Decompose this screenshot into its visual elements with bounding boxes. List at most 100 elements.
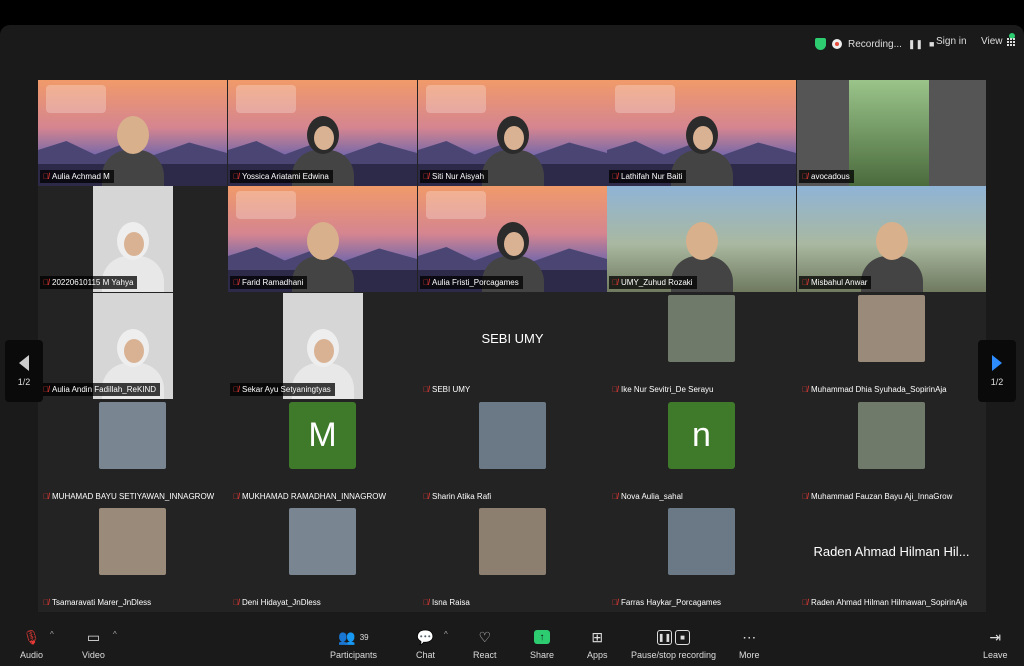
name-tag: 🎙̸ Muhammad Dhia Syuhada_SopirinAja <box>799 383 951 396</box>
display-name-large: SEBI UMY <box>481 331 544 346</box>
leave-icon: ⇥ <box>989 628 1002 645</box>
participant-tile[interactable]: 🎙̸ Farras Haykar_Porcagames <box>607 506 796 612</box>
apps-button[interactable]: ⊞ Apps <box>587 628 608 661</box>
participant-name: Raden Ahmad Hilman Hilmawan_SopirinAja <box>811 598 968 607</box>
participant-tile[interactable]: 🎙̸ Aulia Fristi_Porcagames <box>418 186 607 292</box>
recording-indicator: Recording... ❚❚ ■ <box>815 35 934 53</box>
participant-name: Isna Raisa <box>432 598 470 607</box>
avatar <box>858 402 925 469</box>
participants-button[interactable]: 👥 39 Participants <box>330 628 377 661</box>
participant-tile[interactable]: n 🎙̸ Nova Aulia_sahal <box>607 400 796 506</box>
mic-muted-icon: 🎙̸ <box>423 385 429 394</box>
name-tag: 🎙̸ avocadous <box>799 170 854 183</box>
participant-name: Yossica Ariatami Edwina <box>242 172 329 181</box>
participant-tile[interactable]: 🎙̸ Sekar Ayu Setyaningtyas <box>228 293 417 399</box>
participant-name: Lathifah Nur Baiti <box>621 172 683 181</box>
pause-icon[interactable]: ❚❚ <box>908 39 923 50</box>
react-button[interactable]: ♡ React <box>473 628 497 661</box>
next-page-button[interactable]: 1/2 <box>978 340 1016 402</box>
grid-view-icon <box>1007 37 1016 46</box>
participant-name: Sharin Atika Rafi <box>432 492 492 501</box>
name-tag: 🎙̸ SEBI UMY <box>420 383 474 396</box>
participant-tile[interactable]: M 🎙̸ MUKHAMAD RAMADHAN_INNAGROW <box>228 400 417 506</box>
leave-label: Leave <box>983 650 1008 660</box>
audio-button[interactable]: 🎙 Audio <box>20 628 43 661</box>
avatar <box>479 402 546 469</box>
participant-name: Farras Haykar_Porcagames <box>621 598 722 607</box>
apps-label: Apps <box>587 650 608 660</box>
mic-muted-icon: 🎙̸ <box>612 278 618 287</box>
mic-muted-icon: 🎙̸ <box>802 278 808 287</box>
name-tag: 🎙̸ Yossica Ariatami Edwina <box>230 170 333 183</box>
participant-tile[interactable]: 🎙̸ Muhammad Fauzan Bayu Aji_InnaGrow <box>797 400 986 506</box>
share-button[interactable]: ↑ Share <box>530 628 554 660</box>
chevron-right-icon <box>992 355 1002 371</box>
avatar <box>289 508 356 575</box>
meeting-window: Recording... ❚❚ ■ Sign in View 🎙̸ Aulia A… <box>0 25 1024 666</box>
page-indicator-right: 1/2 <box>990 377 1004 387</box>
participant-name: Aulia Achmad M <box>52 172 110 181</box>
participant-video <box>849 80 929 186</box>
participant-name: 20220610115 M Yahya <box>52 278 134 287</box>
participant-tile[interactable]: 🎙̸ 20220610115 M Yahya <box>38 186 227 292</box>
more-label: More <box>739 650 760 660</box>
name-tag: 🎙̸ Aulia Fristi_Porcagames <box>420 276 523 289</box>
video-camera-icon: ▭ <box>86 628 101 645</box>
chat-label: Chat <box>416 650 436 660</box>
participant-tile[interactable]: 🎙̸ Farid Ramadhani <box>228 186 417 292</box>
mic-muted-icon: 🎙̸ <box>233 278 239 287</box>
more-button[interactable]: ⋯ More <box>739 628 760 661</box>
participant-tile[interactable]: 🎙̸ Tsamaravati Marer_JnDless <box>38 506 227 612</box>
name-tag: 🎙̸ Tsamaravati Marer_JnDless <box>40 596 155 609</box>
view-button[interactable]: View <box>981 36 1016 47</box>
participant-tile[interactable]: 🎙̸ MUHAMAD BAYU SETIYAWAN_INNAGROW <box>38 400 227 506</box>
participant-tile[interactable]: 🎙̸ Muhammad Dhia Syuhada_SopirinAja <box>797 293 986 399</box>
participant-tile[interactable]: 🎙̸ Siti Nur Aisyah <box>418 80 607 186</box>
participant-name: Farid Ramadhani <box>242 278 304 287</box>
participant-tile[interactable]: 🎙̸ Aulia Andin Fadillah_ReKIND <box>38 293 227 399</box>
participant-tile[interactable]: 🎙̸ Ike Nur Sevitri_De Serayu <box>607 293 796 399</box>
mic-muted-icon: 🎙̸ <box>43 385 49 394</box>
participant-tile[interactable]: 🎙̸ Isna Raisa <box>418 506 607 612</box>
event-logo <box>426 85 486 113</box>
stop-recording-icon: ■ <box>675 629 691 645</box>
participant-tile[interactable]: 🎙̸ UMY_Zuhud Rozaki <box>607 186 796 292</box>
pause-stop-recording-button[interactable]: ❚❚ ■ Pause/stop recording <box>631 628 716 660</box>
video-options-chevron-icon[interactable]: ^ <box>113 630 117 639</box>
participant-tile[interactable]: 🎙̸ Misbahul Anwar <box>797 186 986 292</box>
participant-tile[interactable]: 🎙̸ Deni Hidayat_JnDless <box>228 506 417 612</box>
name-tag: 🎙̸ Farid Ramadhani <box>230 276 308 289</box>
participant-tile[interactable]: 🎙̸ Aulia Achmad M <box>38 80 227 186</box>
avatar <box>668 508 735 575</box>
participant-name: Ike Nur Sevitri_De Serayu <box>621 385 714 394</box>
audio-options-chevron-icon[interactable]: ^ <box>50 630 54 639</box>
mic-muted-icon: 🎙̸ <box>423 492 429 501</box>
chat-button[interactable]: 💬 Chat <box>416 628 436 661</box>
participant-tile[interactable]: 🎙̸ Yossica Ariatami Edwina <box>228 80 417 186</box>
participant-tile[interactable]: 🎙̸ Lathifah Nur Baiti <box>607 80 796 186</box>
participant-tile[interactable]: SEBI UMY 🎙̸ SEBI UMY <box>418 293 607 399</box>
recording-icon <box>832 39 842 49</box>
view-label: View <box>981 36 1003 47</box>
mic-muted-icon: 🎙̸ <box>802 492 808 501</box>
sign-in-link[interactable]: Sign in <box>936 36 967 47</box>
video-button[interactable]: ▭ Video <box>82 628 105 661</box>
participant-tile[interactable]: 🎙̸ Sharin Atika Rafi <box>418 400 607 506</box>
participant-tile[interactable]: 🎙̸ avocadous <box>797 80 986 186</box>
participant-tile[interactable]: Raden Ahmad Hilman Hil... 🎙̸ Raden Ahmad H… <box>797 506 986 612</box>
name-tag: 🎙̸ Siti Nur Aisyah <box>420 170 489 183</box>
avatar-letter: M <box>289 402 356 469</box>
react-label: React <box>473 650 497 660</box>
chat-options-chevron-icon[interactable]: ^ <box>444 630 448 639</box>
leave-button[interactable]: ⇥ Leave <box>983 628 1008 661</box>
name-tag: 🎙̸ MUHAMAD BAYU SETIYAWAN_INNAGROW <box>40 490 218 503</box>
avatar-letter: n <box>668 402 735 469</box>
name-tag: 🎙̸ Raden Ahmad Hilman Hilmawan_SopirinAja <box>799 596 971 609</box>
stop-icon[interactable]: ■ <box>929 39 934 49</box>
security-shield-icon[interactable] <box>815 38 826 50</box>
previous-page-button[interactable]: 1/2 <box>5 340 43 402</box>
chevron-left-icon <box>19 355 29 371</box>
participants-count: 39 <box>359 632 369 642</box>
participant-name: Aulia Fristi_Porcagames <box>432 278 519 287</box>
name-tag: 🎙̸ MUKHAMAD RAMADHAN_INNAGROW <box>230 490 390 503</box>
